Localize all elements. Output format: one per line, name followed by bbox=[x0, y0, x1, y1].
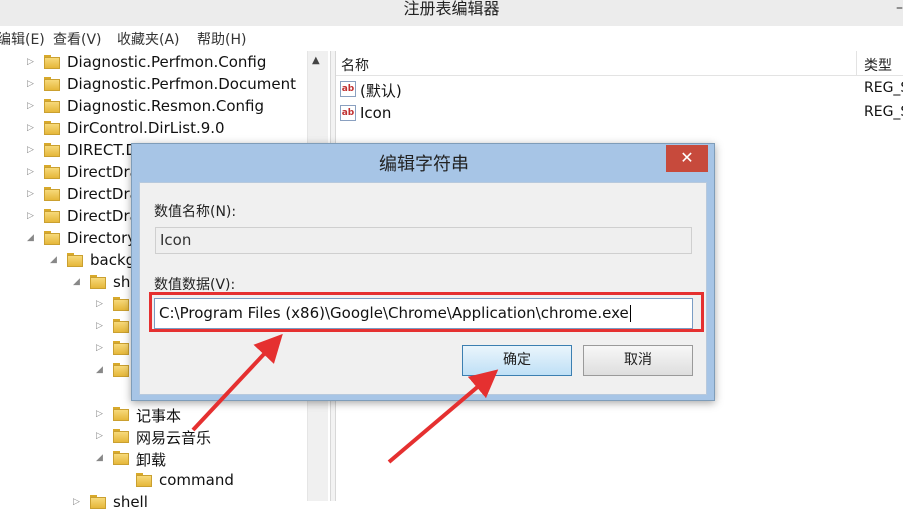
folder-icon bbox=[44, 77, 60, 92]
folder-icon bbox=[90, 275, 106, 290]
expand-arrow-icon[interactable]: ▷ bbox=[27, 189, 34, 199]
value-name: (默认) bbox=[360, 82, 402, 100]
dialog-title: 编辑字符串 bbox=[379, 154, 469, 175]
folder-icon bbox=[113, 363, 129, 378]
menu-help[interactable]: 帮助(H) bbox=[197, 29, 246, 49]
menu-view[interactable]: 查看(V) bbox=[53, 29, 102, 49]
value-name: Icon bbox=[360, 104, 392, 122]
tree-item[interactable]: ▷ 记事本 bbox=[0, 404, 307, 426]
expand-arrow-icon[interactable]: ▷ bbox=[27, 79, 34, 89]
string-value-icon: ab bbox=[340, 81, 356, 97]
expand-arrow-icon[interactable]: ▷ bbox=[27, 167, 34, 177]
tree-item-label: DirectDra bbox=[67, 163, 139, 181]
highlight-box bbox=[149, 292, 704, 332]
collapse-arrow-icon[interactable]: ◢ bbox=[96, 453, 103, 463]
restore-icon[interactable]: – bbox=[896, 0, 903, 16]
expand-arrow-icon[interactable]: ▷ bbox=[96, 321, 103, 331]
folder-icon bbox=[113, 319, 129, 334]
tree-item-label: 卸载 bbox=[136, 451, 167, 469]
tree-item[interactable]: ◢ 卸载 bbox=[0, 448, 307, 470]
value-type: REG_S bbox=[864, 80, 903, 96]
expand-arrow-icon[interactable]: ▷ bbox=[96, 299, 103, 309]
tree-item-label: DirectDra bbox=[67, 207, 139, 225]
expand-arrow-icon[interactable]: ▷ bbox=[96, 409, 103, 419]
tree-item-label: sh bbox=[113, 273, 131, 291]
list-item[interactable]: ab (默认) REG_S bbox=[336, 79, 903, 101]
folder-icon bbox=[113, 341, 129, 356]
folder-icon bbox=[113, 407, 129, 422]
tree-item-label: command bbox=[159, 471, 234, 489]
folder-icon bbox=[44, 121, 60, 136]
dialog-body: 数值名称(N): Icon 数值数据(V): C:\Program Files … bbox=[139, 182, 707, 395]
collapse-arrow-icon[interactable]: ◢ bbox=[50, 255, 57, 265]
folder-icon bbox=[113, 429, 129, 444]
expand-arrow-icon[interactable]: ▷ bbox=[27, 123, 34, 133]
folder-icon bbox=[44, 209, 60, 224]
tree-item[interactable]: ▷ shell bbox=[0, 492, 307, 514]
string-value-icon: ab bbox=[340, 105, 356, 121]
tree-item-label: 记事本 bbox=[136, 407, 182, 425]
folder-icon bbox=[90, 495, 106, 510]
expand-arrow-icon[interactable]: ▷ bbox=[96, 431, 103, 441]
folder-icon bbox=[136, 473, 152, 488]
tree-item-label: 网易云音乐 bbox=[136, 429, 212, 447]
column-name-header[interactable]: 名称 bbox=[341, 55, 369, 75]
folder-icon bbox=[44, 187, 60, 202]
tree-item-label: Diagnostic.Resmon.Config bbox=[67, 97, 264, 115]
menu-edit[interactable]: 编辑(E) bbox=[0, 29, 45, 49]
folder-icon bbox=[67, 253, 83, 268]
folder-icon bbox=[44, 143, 60, 158]
ok-button[interactable]: 确定 bbox=[462, 345, 572, 376]
menu-bar: 编辑(E) 查看(V) 收藏夹(A) 帮助(H) bbox=[0, 26, 903, 50]
tree-item-label: DirectDra bbox=[67, 185, 139, 203]
tree-item[interactable]: ▷ 网易云音乐 bbox=[0, 426, 307, 448]
window-title: 注册表编辑器 bbox=[403, 0, 500, 18]
expand-arrow-icon[interactable]: ▷ bbox=[27, 57, 34, 67]
tree-item[interactable]: ▷ Diagnostic.Perfmon.Config bbox=[0, 52, 307, 74]
menu-favorites[interactable]: 收藏夹(A) bbox=[117, 29, 180, 49]
list-header: 名称 类型 bbox=[336, 51, 903, 76]
collapse-arrow-icon[interactable]: ◢ bbox=[73, 277, 80, 287]
tree-item-label: Diagnostic.Perfmon.Document bbox=[67, 75, 296, 93]
edit-string-dialog: 编辑字符串 ✕ 数值名称(N): Icon 数值数据(V): C:\Progra… bbox=[131, 143, 715, 401]
folder-icon bbox=[113, 297, 129, 312]
expand-arrow-icon[interactable]: ▷ bbox=[27, 145, 34, 155]
tree-item-label: Diagnostic.Perfmon.Config bbox=[67, 53, 267, 71]
expand-arrow-icon[interactable]: ▷ bbox=[27, 211, 34, 221]
tree-item[interactable]: command bbox=[0, 470, 307, 492]
value-name-field: Icon bbox=[155, 227, 692, 254]
scroll-up-icon[interactable]: ▲ bbox=[312, 55, 320, 66]
value-type: REG_S bbox=[864, 104, 903, 120]
folder-icon bbox=[44, 231, 60, 246]
list-item[interactable]: ab Icon REG_S bbox=[336, 103, 903, 125]
value-data-label: 数值数据(V): bbox=[154, 277, 236, 293]
folder-icon bbox=[113, 451, 129, 466]
collapse-arrow-icon[interactable]: ◢ bbox=[96, 365, 103, 375]
cancel-button[interactable]: 取消 bbox=[583, 345, 693, 376]
close-button[interactable]: ✕ bbox=[666, 145, 708, 172]
expand-arrow-icon[interactable]: ▷ bbox=[73, 497, 80, 507]
tree-item[interactable]: ▷ Diagnostic.Resmon.Config bbox=[0, 96, 307, 118]
value-name-label: 数值名称(N): bbox=[154, 204, 237, 220]
tree-item-label: shell bbox=[113, 493, 148, 511]
tree-item-label: DIRECT.D bbox=[67, 141, 138, 159]
column-type-header[interactable]: 类型 bbox=[864, 55, 892, 75]
tree-item-label: DirControl.DirList.9.0 bbox=[67, 119, 225, 137]
expand-arrow-icon[interactable]: ▷ bbox=[96, 343, 103, 353]
folder-icon bbox=[44, 55, 60, 70]
column-divider[interactable] bbox=[856, 51, 857, 75]
tree-item-label: backg bbox=[90, 251, 136, 269]
folder-icon bbox=[44, 165, 60, 180]
folder-icon bbox=[44, 99, 60, 114]
title-bar: 注册表编辑器 – bbox=[0, 0, 903, 27]
expand-arrow-icon[interactable]: ▷ bbox=[27, 101, 34, 111]
tree-item-label: Directory bbox=[67, 229, 137, 247]
tree-item[interactable]: ▷ Diagnostic.Perfmon.Document bbox=[0, 74, 307, 96]
tree-item[interactable]: ▷ DirControl.DirList.9.0 bbox=[0, 118, 307, 140]
collapse-arrow-icon[interactable]: ◢ bbox=[27, 233, 34, 243]
